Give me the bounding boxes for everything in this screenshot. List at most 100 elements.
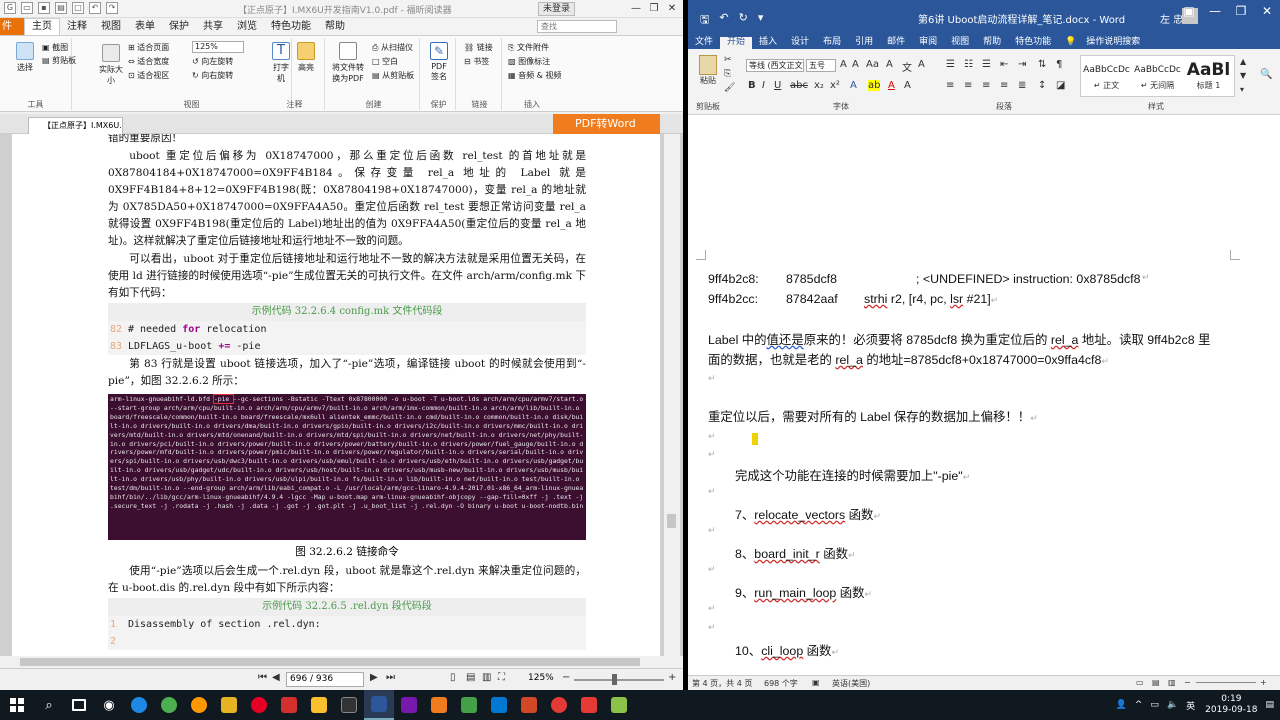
language[interactable]: 英语(美国) <box>832 678 870 689</box>
image-annot-button[interactable]: ▧ 图像标注 <box>508 56 550 67</box>
convert-to-pdf-button[interactable]: 将文件转换为PDF <box>330 42 366 84</box>
file-explorer-icon[interactable] <box>214 690 244 720</box>
copy-icon[interactable]: ⎘ <box>724 69 731 79</box>
pdf-horizontal-scrollbar[interactable] <box>0 656 683 668</box>
border-icon[interactable]: A <box>918 59 925 70</box>
select-tool[interactable]: 选择 <box>16 42 34 73</box>
highlight-color-icon[interactable]: ab <box>868 80 881 91</box>
page-count[interactable]: 第 4 页，共 4 页 <box>692 678 752 689</box>
volume-icon[interactable]: 🔈 <box>1167 700 1178 710</box>
undo-icon[interactable]: ↶ <box>89 2 101 14</box>
fit-page-button[interactable]: ⊞ 适合页面 <box>128 42 169 53</box>
ppt-icon[interactable] <box>514 690 544 720</box>
search-icon[interactable]: ⌕ <box>34 690 64 720</box>
single-page-icon[interactable]: ▯ <box>450 672 456 683</box>
pdf-search-input[interactable]: 查找 <box>537 20 617 33</box>
notification-icon[interactable]: ▤ <box>1265 700 1274 710</box>
app-c2-icon[interactable] <box>544 690 574 720</box>
pdf-close-icon[interactable]: ✕ <box>663 0 681 18</box>
edge-icon[interactable] <box>124 690 154 720</box>
show-marks-icon[interactable]: ¶ <box>1056 59 1062 70</box>
facing-icon[interactable]: ▥ <box>482 672 491 683</box>
app-icon[interactable] <box>184 690 214 720</box>
font-size-select[interactable]: 五号 <box>806 59 836 72</box>
zoom-slider-knob[interactable] <box>612 674 617 685</box>
style-no-spacing[interactable]: AaBbCcDc ↵ 无间隔 <box>1132 56 1183 96</box>
styles-more-icon[interactable]: ▾ <box>1240 85 1244 94</box>
tab-review[interactable]: 审阅 <box>912 37 944 49</box>
save-icon[interactable]: ▪ <box>38 2 50 14</box>
prev-page-icon[interactable]: ◀ <box>272 672 280 683</box>
multilevel-icon[interactable]: ☰ <box>982 59 991 70</box>
file-menu[interactable]: 件 <box>0 18 24 35</box>
link-button[interactable]: ⛓ 链接 <box>464 42 493 53</box>
first-page-icon[interactable]: ⏮ <box>258 672 267 683</box>
rotate-left-button[interactable]: ↺ 向左旋转 <box>192 56 233 67</box>
redo-icon[interactable]: ↷ <box>106 2 118 14</box>
tab-comment[interactable]: 注释 <box>60 19 94 35</box>
word-minimize-icon[interactable]: — <box>1202 4 1228 18</box>
numbering-icon[interactable]: ☷ <box>964 59 973 70</box>
screenshot-button[interactable]: ▣ 截图 <box>42 42 68 53</box>
network-icon[interactable]: ▭ <box>1150 700 1159 710</box>
zoom-in-icon[interactable]: + <box>668 672 676 683</box>
explorer-icon[interactable] <box>304 690 334 720</box>
style-heading1[interactable]: AaBl 标题 1 <box>1183 56 1234 96</box>
scroll-thumb[interactable] <box>20 658 640 666</box>
camera-app-icon[interactable]: ◉ <box>94 690 124 720</box>
tab-protect[interactable]: 保护 <box>162 19 196 35</box>
attachment-button[interactable]: ⎘ 文件附件 <box>508 42 549 53</box>
font-name-select[interactable]: 等线 (西文正文) <box>746 59 804 72</box>
word-document-area[interactable]: 9ff4b2c8: 8785dcf8 ; <UNDEFINED> instruc… <box>688 115 1280 675</box>
typewriter-button[interactable]: T 打字机 <box>271 42 291 84</box>
shrink-font-icon[interactable]: A <box>852 59 859 70</box>
style-normal[interactable]: AaBbCcDc ↵ 正文 <box>1081 56 1132 96</box>
vscode-icon[interactable] <box>484 690 514 720</box>
shading-icon[interactable]: ◪ <box>1056 80 1065 91</box>
tab-form[interactable]: 表单 <box>128 19 162 35</box>
tab-mailings[interactable]: 邮件 <box>880 37 912 49</box>
fit-visible-button[interactable]: ⊡ 适合视区 <box>128 70 169 81</box>
clear-format-icon[interactable]: A <box>886 59 893 70</box>
tab-features[interactable]: 特色功能 <box>264 19 318 35</box>
proofing-icon[interactable]: ▣ <box>812 678 820 687</box>
line-spacing-icon[interactable]: ↕ <box>1038 80 1046 91</box>
grow-font-icon[interactable]: A <box>840 59 847 70</box>
next-page-icon[interactable]: ▶ <box>370 672 378 683</box>
tab-file[interactable]: 文件 <box>688 37 720 49</box>
align-left-icon[interactable]: ≡ <box>946 80 954 91</box>
read-mode-icon[interactable]: ▭ <box>1136 678 1144 687</box>
customize-icon[interactable]: ▾ <box>758 11 764 30</box>
word-zoom-slider[interactable] <box>1196 682 1256 683</box>
subscript-icon[interactable]: x₂ <box>814 80 824 91</box>
align-center-icon[interactable]: ≡ <box>964 80 972 91</box>
ime-indicator[interactable]: 英 <box>1186 699 1195 712</box>
styles-up-icon[interactable]: ▲ <box>1240 57 1246 66</box>
clock[interactable]: 0:19 2019-09-18 <box>1199 694 1265 716</box>
app-c-icon[interactable] <box>454 690 484 720</box>
tray-expand-icon[interactable]: ^ <box>1135 700 1143 710</box>
pdf-minimize-icon[interactable]: — <box>627 0 645 18</box>
bookmark-button[interactable]: ⊟ 书签 <box>464 56 489 67</box>
char-shading-icon[interactable]: A <box>904 80 911 91</box>
justify-icon[interactable]: ≡ <box>1000 80 1008 91</box>
change-case-icon[interactable]: Aa <box>866 59 879 70</box>
login-button[interactable]: 未登录 <box>538 2 576 16</box>
tab-view[interactable]: 视图 <box>944 37 976 49</box>
highlight-button[interactable]: 高亮 <box>297 42 315 73</box>
paste-button[interactable]: 粘贴 <box>696 55 720 86</box>
from-clipboard-button[interactable]: ▤ 从剪贴板 <box>372 70 414 81</box>
decrease-indent-icon[interactable]: ⇤ <box>1000 59 1008 70</box>
word-count[interactable]: 698 个字 <box>764 678 798 689</box>
continuous-icon[interactable]: ▤ <box>466 672 475 683</box>
zoom-out-icon[interactable]: − <box>562 672 570 683</box>
print-icon[interactable]: ▤ <box>55 2 67 14</box>
tab-references[interactable]: 引用 <box>848 37 880 49</box>
tab-features[interactable]: 特色功能 <box>1008 37 1058 49</box>
notepad-icon[interactable] <box>604 690 634 720</box>
align-right-icon[interactable]: ≡ <box>982 80 990 91</box>
cut-icon[interactable]: ✂ <box>724 55 732 65</box>
italic-icon[interactable]: I <box>762 80 765 91</box>
sort-icon[interactable]: ⇅ <box>1038 59 1046 70</box>
superscript-icon[interactable]: x² <box>830 80 840 91</box>
